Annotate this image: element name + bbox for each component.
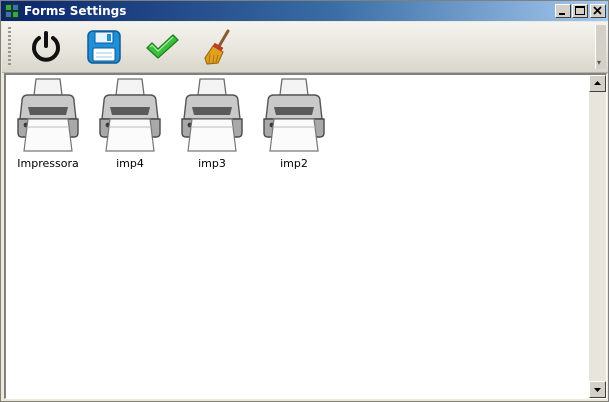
printer-list-area: Impressora imp4 imp3 imp2 — [4, 73, 607, 399]
forms-settings-window: Forms Settings ▾ Impressora imp4 imp3 im… — [0, 0, 609, 402]
checkmark-icon — [146, 34, 179, 59]
broom-icon — [204, 29, 230, 65]
minimize-icon — [559, 13, 565, 15]
printer-label: Impressora — [17, 157, 79, 170]
scroll-down-button[interactable] — [589, 381, 606, 398]
maximize-icon — [575, 6, 585, 15]
save-button[interactable] — [84, 26, 124, 68]
close-icon — [593, 6, 602, 15]
toolbar-grip[interactable] — [8, 27, 11, 67]
maximize-button[interactable] — [572, 4, 588, 18]
window-title: Forms Settings — [24, 4, 127, 18]
minimize-button[interactable] — [555, 4, 571, 18]
chevron-down-icon: ▾ — [597, 58, 602, 67]
printer-label: imp4 — [116, 157, 144, 170]
power-button[interactable] — [26, 26, 66, 68]
floppy-disk-icon — [87, 30, 121, 64]
printer-item[interactable]: Impressora — [8, 77, 88, 177]
printer-label: imp3 — [198, 157, 226, 170]
power-icon — [32, 31, 60, 62]
printer-label: imp2 — [280, 157, 308, 170]
vertical-scrollbar[interactable] — [589, 75, 606, 398]
close-button[interactable] — [590, 4, 606, 18]
toolbar-overflow-button[interactable]: ▾ — [595, 25, 606, 69]
toolbar: ▾ — [2, 22, 608, 73]
confirm-button[interactable] — [142, 26, 182, 68]
app-icon — [5, 4, 19, 18]
scroll-up-button[interactable] — [589, 75, 606, 92]
printer-icon — [99, 78, 161, 152]
clear-button[interactable] — [199, 26, 239, 68]
arrow-down-icon — [594, 388, 601, 392]
printer-item[interactable]: imp2 — [254, 77, 334, 177]
printer-icon — [17, 78, 79, 152]
printer-item[interactable]: imp3 — [172, 77, 252, 177]
arrow-up-icon — [594, 81, 601, 85]
printer-item[interactable]: imp4 — [90, 77, 170, 177]
scroll-track[interactable] — [589, 92, 606, 381]
printer-icon — [181, 78, 243, 152]
title-bar[interactable]: Forms Settings — [1, 1, 608, 21]
printer-icon — [263, 78, 325, 152]
